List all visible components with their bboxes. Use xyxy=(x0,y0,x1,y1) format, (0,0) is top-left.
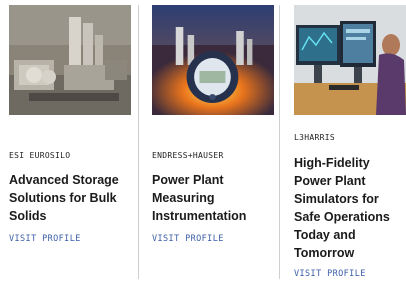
card-title-line: Solutions for Bulk xyxy=(9,191,117,205)
card-title-line: Advanced Storage xyxy=(9,173,119,187)
card-divider xyxy=(279,5,280,279)
card-title-line: Solids xyxy=(9,209,47,223)
card-title-line: Simulators for xyxy=(294,192,379,206)
company-name: ENDRESS+HAUSER xyxy=(152,151,224,160)
visit-profile-link[interactable]: VISIT PROFILE xyxy=(152,234,224,244)
card-title[interactable]: Power Plant Measuring Instrumentation xyxy=(152,171,246,225)
card-title[interactable]: Advanced Storage Solutions for Bulk Soli… xyxy=(9,171,119,225)
card-title-line: Power Plant xyxy=(294,174,366,188)
card-title-line: Power Plant xyxy=(152,173,224,187)
gauge-device-image[interactable] xyxy=(152,5,274,115)
visit-profile-link[interactable]: VISIT PROFILE xyxy=(294,269,366,279)
card-title-line: Tomorrow xyxy=(294,246,355,260)
card-title-line: Safe Operations xyxy=(294,210,390,224)
card-title-line: Today and xyxy=(294,228,356,242)
card-title-line: High-Fidelity xyxy=(294,156,370,170)
card-title-line: Instrumentation xyxy=(152,209,247,223)
profile-card-endress-hauser: ENDRESS+HAUSER Power Plant Measuring Ins… xyxy=(152,5,274,244)
company-name: ESI EUROSILO xyxy=(9,151,71,160)
visit-profile-link[interactable]: VISIT PROFILE xyxy=(9,234,81,244)
card-title[interactable]: High-Fidelity Power Plant Simulators for… xyxy=(294,154,390,262)
card-divider xyxy=(138,5,139,279)
industrial-plant-image[interactable] xyxy=(9,5,131,115)
card-title-line: Measuring xyxy=(152,191,215,205)
profile-card-l3harris: L3HARRIS High-Fidelity Power Plant Simul… xyxy=(294,5,406,279)
company-name: L3HARRIS xyxy=(294,133,335,142)
profile-card-esi-eurosilo: ESI EUROSILO Advanced Storage Solutions … xyxy=(9,5,131,244)
control-room-image[interactable] xyxy=(294,5,406,115)
